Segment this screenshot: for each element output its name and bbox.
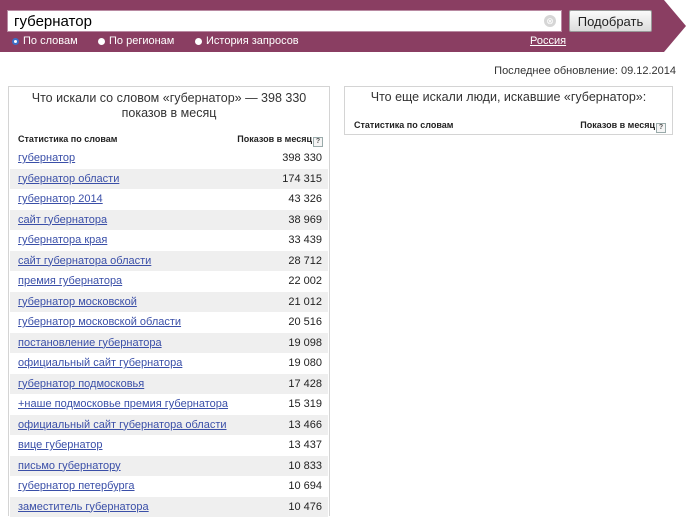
phrase-link[interactable]: губернатора края xyxy=(18,234,107,246)
radio-checked-icon xyxy=(12,38,19,45)
pick-button[interactable]: Подобрать xyxy=(569,10,652,32)
phrase-link[interactable]: губернатор области xyxy=(18,173,119,185)
phrase-link[interactable]: губернатор 2014 xyxy=(18,193,103,205)
phrase-link[interactable]: заместитель губернатора xyxy=(18,501,149,513)
count-value: 28 712 xyxy=(288,255,322,267)
column-count-header: Показов в месяц? xyxy=(580,120,666,133)
phrase-link[interactable]: сайт губернатора xyxy=(18,214,107,226)
phrase-link[interactable]: +наше подмосковье премия губернатора xyxy=(18,398,228,410)
phrase-link[interactable]: письмо губернатору xyxy=(18,460,121,472)
phrase-link[interactable]: губернатор петербурга xyxy=(18,480,135,492)
phrase-link[interactable]: официальный сайт губернатора xyxy=(18,357,182,369)
table-row: губернатор подмосковья 17 428 xyxy=(10,374,328,395)
phrase-link[interactable]: губернатор московской области xyxy=(18,316,181,328)
mode-history[interactable]: История запросов xyxy=(195,35,299,47)
phrase-link[interactable]: постановление губернатора xyxy=(18,337,162,349)
column-phrase-header: Статистика по словам xyxy=(354,120,453,130)
mode-by-regions[interactable]: По регионам xyxy=(98,35,174,47)
stats-table: губернатор 398 330 губернатор области 174 … xyxy=(10,148,328,517)
count-value: 10 476 xyxy=(288,501,322,513)
table-header: Статистика по словам Показов в месяц? xyxy=(345,119,672,133)
search-box: ⊗ xyxy=(7,10,562,32)
mode-label: История запросов xyxy=(206,35,299,47)
count-value: 15 319 xyxy=(288,398,322,410)
count-value: 10 694 xyxy=(288,480,322,492)
table-row: губернатор московской 21 012 xyxy=(10,292,328,313)
table-row: +наше подмосковье премия губернатора 15 3… xyxy=(10,394,328,415)
radio-unchecked-icon xyxy=(98,38,105,45)
phrase-link[interactable]: губернатор московской xyxy=(18,296,137,308)
table-row: вице губернатор 13 437 xyxy=(10,435,328,456)
phrase-link[interactable]: губернатор xyxy=(18,152,75,164)
count-value: 19 098 xyxy=(288,337,322,349)
count-value: 10 833 xyxy=(288,460,322,472)
table-row: письмо губернатору 10 833 xyxy=(10,456,328,477)
table-row: премия губернатора 22 002 xyxy=(10,271,328,292)
last-update: Последнее обновление: 09.12.2014 xyxy=(494,65,676,77)
table-row: официальный сайт губернатора 19 080 xyxy=(10,353,328,374)
phrase-link[interactable]: сайт губернатора области xyxy=(18,255,151,267)
table-header: Статистика по словам Показов в месяц? xyxy=(9,133,329,147)
count-value: 13 466 xyxy=(288,419,322,431)
panel-title: Что еще искали люди, искавшие «губернато… xyxy=(345,87,672,105)
table-row: губернатор 2014 43 326 xyxy=(10,189,328,210)
table-row: официальный сайт губернатора области 13 4… xyxy=(10,415,328,436)
count-value: 17 428 xyxy=(288,378,322,390)
help-icon[interactable]: ? xyxy=(656,123,666,133)
table-row: постановление губернатора 19 098 xyxy=(10,333,328,354)
count-value: 33 439 xyxy=(288,234,322,246)
help-icon[interactable]: ? xyxy=(313,137,323,147)
count-value: 22 002 xyxy=(288,275,322,287)
table-row: заместитель губернатора 10 476 xyxy=(10,497,328,517)
table-row: губернатор 398 330 xyxy=(10,148,328,169)
table-row: сайт губернатора области 28 712 xyxy=(10,251,328,272)
table-row: губернатор петербурга 10 694 xyxy=(10,476,328,497)
count-value: 20 516 xyxy=(288,316,322,328)
phrase-link[interactable]: официальный сайт губернатора области xyxy=(18,419,227,431)
radio-unchecked-icon xyxy=(195,38,202,45)
region-link[interactable]: Россия xyxy=(530,35,566,47)
count-value: 21 012 xyxy=(288,296,322,308)
count-value: 38 969 xyxy=(288,214,322,226)
table-row: сайт губернатора 38 969 xyxy=(10,210,328,231)
words-stats-panel: Что искали со словом «губернатор» — 398 … xyxy=(8,86,330,516)
phrase-link[interactable]: вице губернатор xyxy=(18,439,103,451)
mode-by-words[interactable]: По словам xyxy=(12,35,78,47)
phrase-link[interactable]: губернатор подмосковья xyxy=(18,378,144,390)
count-value: 174 315 xyxy=(282,173,322,185)
column-phrase-header: Статистика по словам xyxy=(18,134,117,144)
related-searches-panel: Что еще искали люди, искавшие «губернато… xyxy=(344,86,673,135)
search-input[interactable] xyxy=(8,11,538,31)
count-value: 19 080 xyxy=(288,357,322,369)
count-value: 13 437 xyxy=(288,439,322,451)
table-row: губернатор области 174 315 xyxy=(10,169,328,190)
table-row: губернатор московской области 20 516 xyxy=(10,312,328,333)
table-row: губернатора края 33 439 xyxy=(10,230,328,251)
mode-label: По регионам xyxy=(109,35,174,47)
mode-label: По словам xyxy=(23,35,78,47)
count-value: 398 330 xyxy=(282,152,322,164)
panel-title: Что искали со словом «губернатор» — 398 … xyxy=(9,87,329,121)
phrase-link[interactable]: премия губернатора xyxy=(18,275,122,287)
count-value: 43 326 xyxy=(288,193,322,205)
clear-icon[interactable]: ⊗ xyxy=(544,15,556,27)
search-bar-arrow xyxy=(664,0,686,52)
column-count-header: Показов в месяц? xyxy=(237,134,323,147)
